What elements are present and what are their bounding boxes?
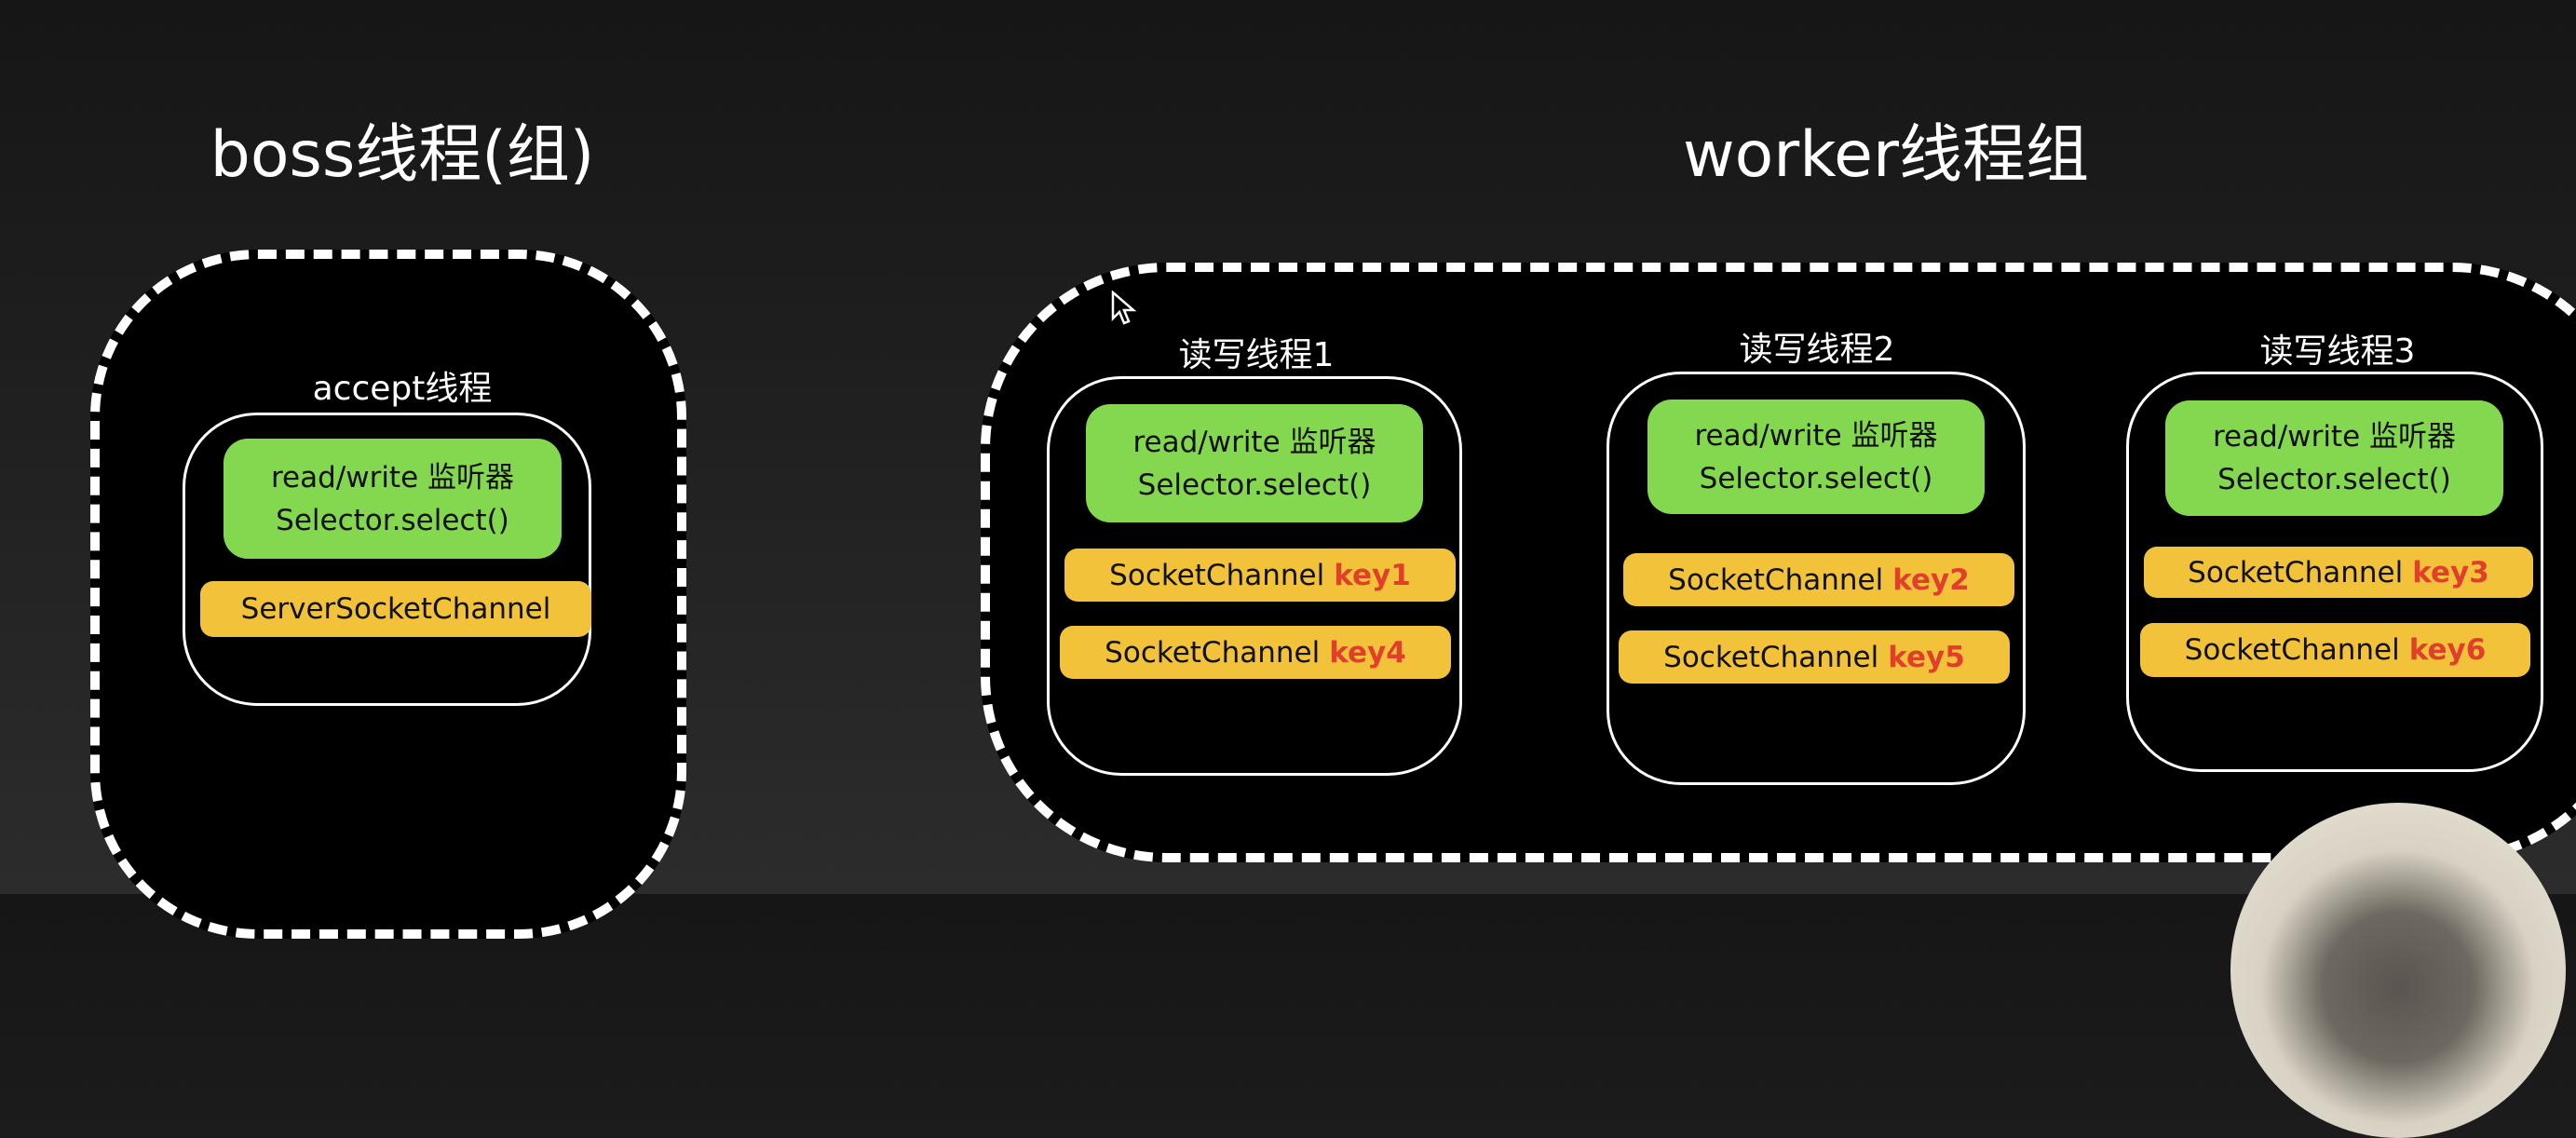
mouse-cursor-icon bbox=[1111, 291, 1137, 325]
server-socket-channel: ServerSocketChannel bbox=[200, 581, 591, 637]
listener-label: read/write 监听器 bbox=[1132, 425, 1376, 459]
socket-channel: SocketChannel key6 bbox=[2140, 623, 2530, 677]
selector-call: Selector.select() bbox=[276, 503, 509, 537]
worker-thread-label: 读写线程3 bbox=[2259, 332, 2416, 371]
channel-key: key2 bbox=[1892, 562, 1970, 597]
selector-call: Selector.select() bbox=[1137, 467, 1372, 502]
socket-channel: SocketChannel key1 bbox=[1064, 549, 1456, 602]
channel-name: SocketChannel bbox=[1109, 558, 1325, 592]
boss-group-title: boss线程(组) bbox=[210, 118, 595, 192]
channel-name: SocketChannel bbox=[2188, 555, 2404, 589]
socket-channel: SocketChannel key5 bbox=[1619, 630, 2010, 684]
socket-channel: SocketChannel key4 bbox=[1060, 626, 1451, 679]
channel-name: SocketChannel bbox=[1668, 562, 1884, 597]
listener-box: read/write 监听器 Selector.select() bbox=[224, 439, 562, 559]
worker-thread-label: 读写线程1 bbox=[1178, 336, 1335, 374]
channel-key: key6 bbox=[2408, 633, 2487, 667]
worker-group-title: worker线程组 bbox=[1683, 118, 2089, 192]
worker-thread-label: 读写线程2 bbox=[1739, 331, 1895, 369]
listener-label: read/write 监听器 bbox=[270, 460, 515, 494]
channel-key: key1 bbox=[1334, 558, 1411, 592]
accept-thread-label: accept线程 bbox=[312, 370, 493, 408]
selector-call: Selector.select() bbox=[2217, 463, 2451, 496]
listener-box: read/write 监听器 Selector.select() bbox=[1647, 400, 1985, 514]
listener-label: read/write 监听器 bbox=[1694, 418, 1938, 453]
channel-key: key5 bbox=[1888, 640, 1965, 674]
channel-name: SocketChannel bbox=[1663, 640, 1879, 674]
channel-key: key3 bbox=[2412, 555, 2489, 589]
channel-name: SocketChannel bbox=[1105, 635, 1321, 670]
socket-channel: SocketChannel key3 bbox=[2144, 547, 2533, 598]
selector-call: Selector.select() bbox=[1699, 461, 1933, 495]
socket-channel: SocketChannel key2 bbox=[1623, 553, 2014, 606]
listener-box: read/write 监听器 Selector.select() bbox=[1086, 404, 1423, 522]
channel-key: key4 bbox=[1329, 635, 1406, 670]
channel-name: SocketChannel bbox=[2184, 633, 2400, 667]
webcam-overlay bbox=[2230, 803, 2566, 1138]
channel-name: ServerSocketChannel bbox=[240, 592, 551, 626]
listener-label: read/write 监听器 bbox=[2212, 420, 2457, 454]
listener-box: read/write 监听器 Selector.select() bbox=[2165, 400, 2503, 516]
